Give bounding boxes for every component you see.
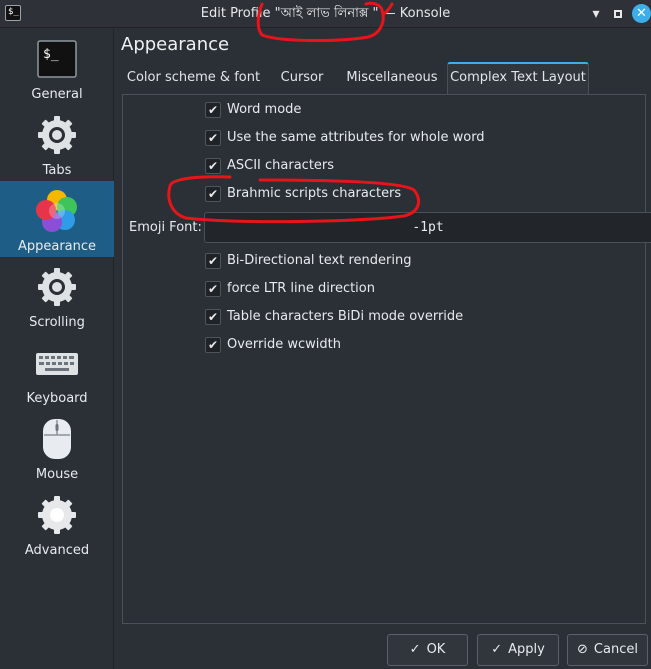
checkbox-box[interactable]: ✔ [205,281,221,297]
tab-miscellaneous[interactable]: Miscellaneous [339,62,445,94]
maximize-icon [614,10,622,18]
page-title: Appearance [121,34,230,55]
keyboard-icon [36,353,78,375]
checkbox-box[interactable]: ✔ [205,253,221,269]
sidebar-item-general[interactable]: $_ General [0,29,114,105]
gear-icon [38,496,76,534]
tab-cursor[interactable]: Cursor [269,62,335,94]
checkbox-box[interactable]: ✔ [205,309,221,325]
close-icon: ✕ [636,6,647,21]
color-palette-icon [36,190,77,232]
cancel-icon: ⊘ [577,642,588,657]
sidebar-item-tabs[interactable]: Tabs [0,105,114,181]
checkbox-box[interactable]: ✔ [205,186,221,202]
checkbox-box[interactable]: ✔ [205,337,221,353]
sidebar-item-label: General [31,87,83,102]
checkbox-label: Word mode [227,102,302,117]
konsole-app-icon[interactable]: $_ [5,5,21,21]
ok-button[interactable]: ✓ OK [387,634,468,666]
checkbox-box[interactable]: ✔ [205,130,221,146]
cancel-label: Cancel [593,642,638,657]
sidebar-item-label: Appearance [17,239,97,254]
sidebar-item-label: Scrolling [29,315,85,330]
sidebar-item-keyboard[interactable]: Keyboard [0,333,114,409]
checkbox-label: Bi-Directional text rendering [227,253,412,268]
minimize-button[interactable]: ▾ [587,5,605,23]
gear-icon [38,268,76,306]
ok-label: OK [426,642,446,657]
checkbox-label: Use the same attributes for whole word [227,130,485,145]
emoji-font-label: Emoji Font: [129,220,202,235]
mouse-icon [43,419,71,459]
check-icon: ✓ [409,642,421,657]
close-button[interactable]: ✕ [632,4,651,23]
window-title: Edit Profile "আই লাভ লিনাক্স " — Konsole [200,6,451,21]
gear-icon [38,116,76,154]
window-titlebar: $_ Edit Profile "আই লাভ লিনাক্স " — Kons… [0,0,651,28]
sidebar-item-appearance[interactable]: Appearance [0,181,114,257]
checkbox-label: force LTR line direction [227,281,375,296]
tab-complex-text-layout[interactable]: Complex Text Layout [447,62,589,94]
checkbox-label: Override wcwidth [227,337,341,352]
checkbox-label: Table characters BiDi mode override [227,309,464,324]
checkbox-label: Brahmic scripts characters [227,186,402,201]
sidebar-item-label: Advanced [24,543,90,558]
checkbox-label: ASCII characters [227,158,335,173]
apply-button[interactable]: ✓ Apply [477,634,559,666]
sidebar-item-advanced[interactable]: Advanced [0,485,114,561]
emoji-font-selector[interactable]: -1pt [204,212,651,243]
check-icon: ✓ [491,642,503,657]
checkbox-box[interactable]: ✔ [205,102,221,118]
terminal-icon: $_ [37,40,77,78]
tab-color-scheme-font[interactable]: Color scheme & font [121,62,266,94]
sidebar-item-label: Mouse [35,467,79,482]
sidebar-item-label: Tabs [42,163,72,178]
minimize-icon: ▾ [592,6,600,22]
tab-panel-complex-text-layout [122,94,646,624]
sidebar: $_ General Tabs Appearance Scrolling Key… [0,29,114,669]
maximize-button[interactable] [609,5,627,23]
apply-label: Apply [508,642,545,657]
sidebar-item-label: Keyboard [26,391,88,406]
svg-text:$_: $_ [43,47,59,62]
sidebar-item-scrolling[interactable]: Scrolling [0,257,114,333]
checkbox-box[interactable]: ✔ [205,158,221,174]
cancel-button[interactable]: ⊘ Cancel [567,634,648,666]
sidebar-item-mouse[interactable]: Mouse [0,409,114,485]
